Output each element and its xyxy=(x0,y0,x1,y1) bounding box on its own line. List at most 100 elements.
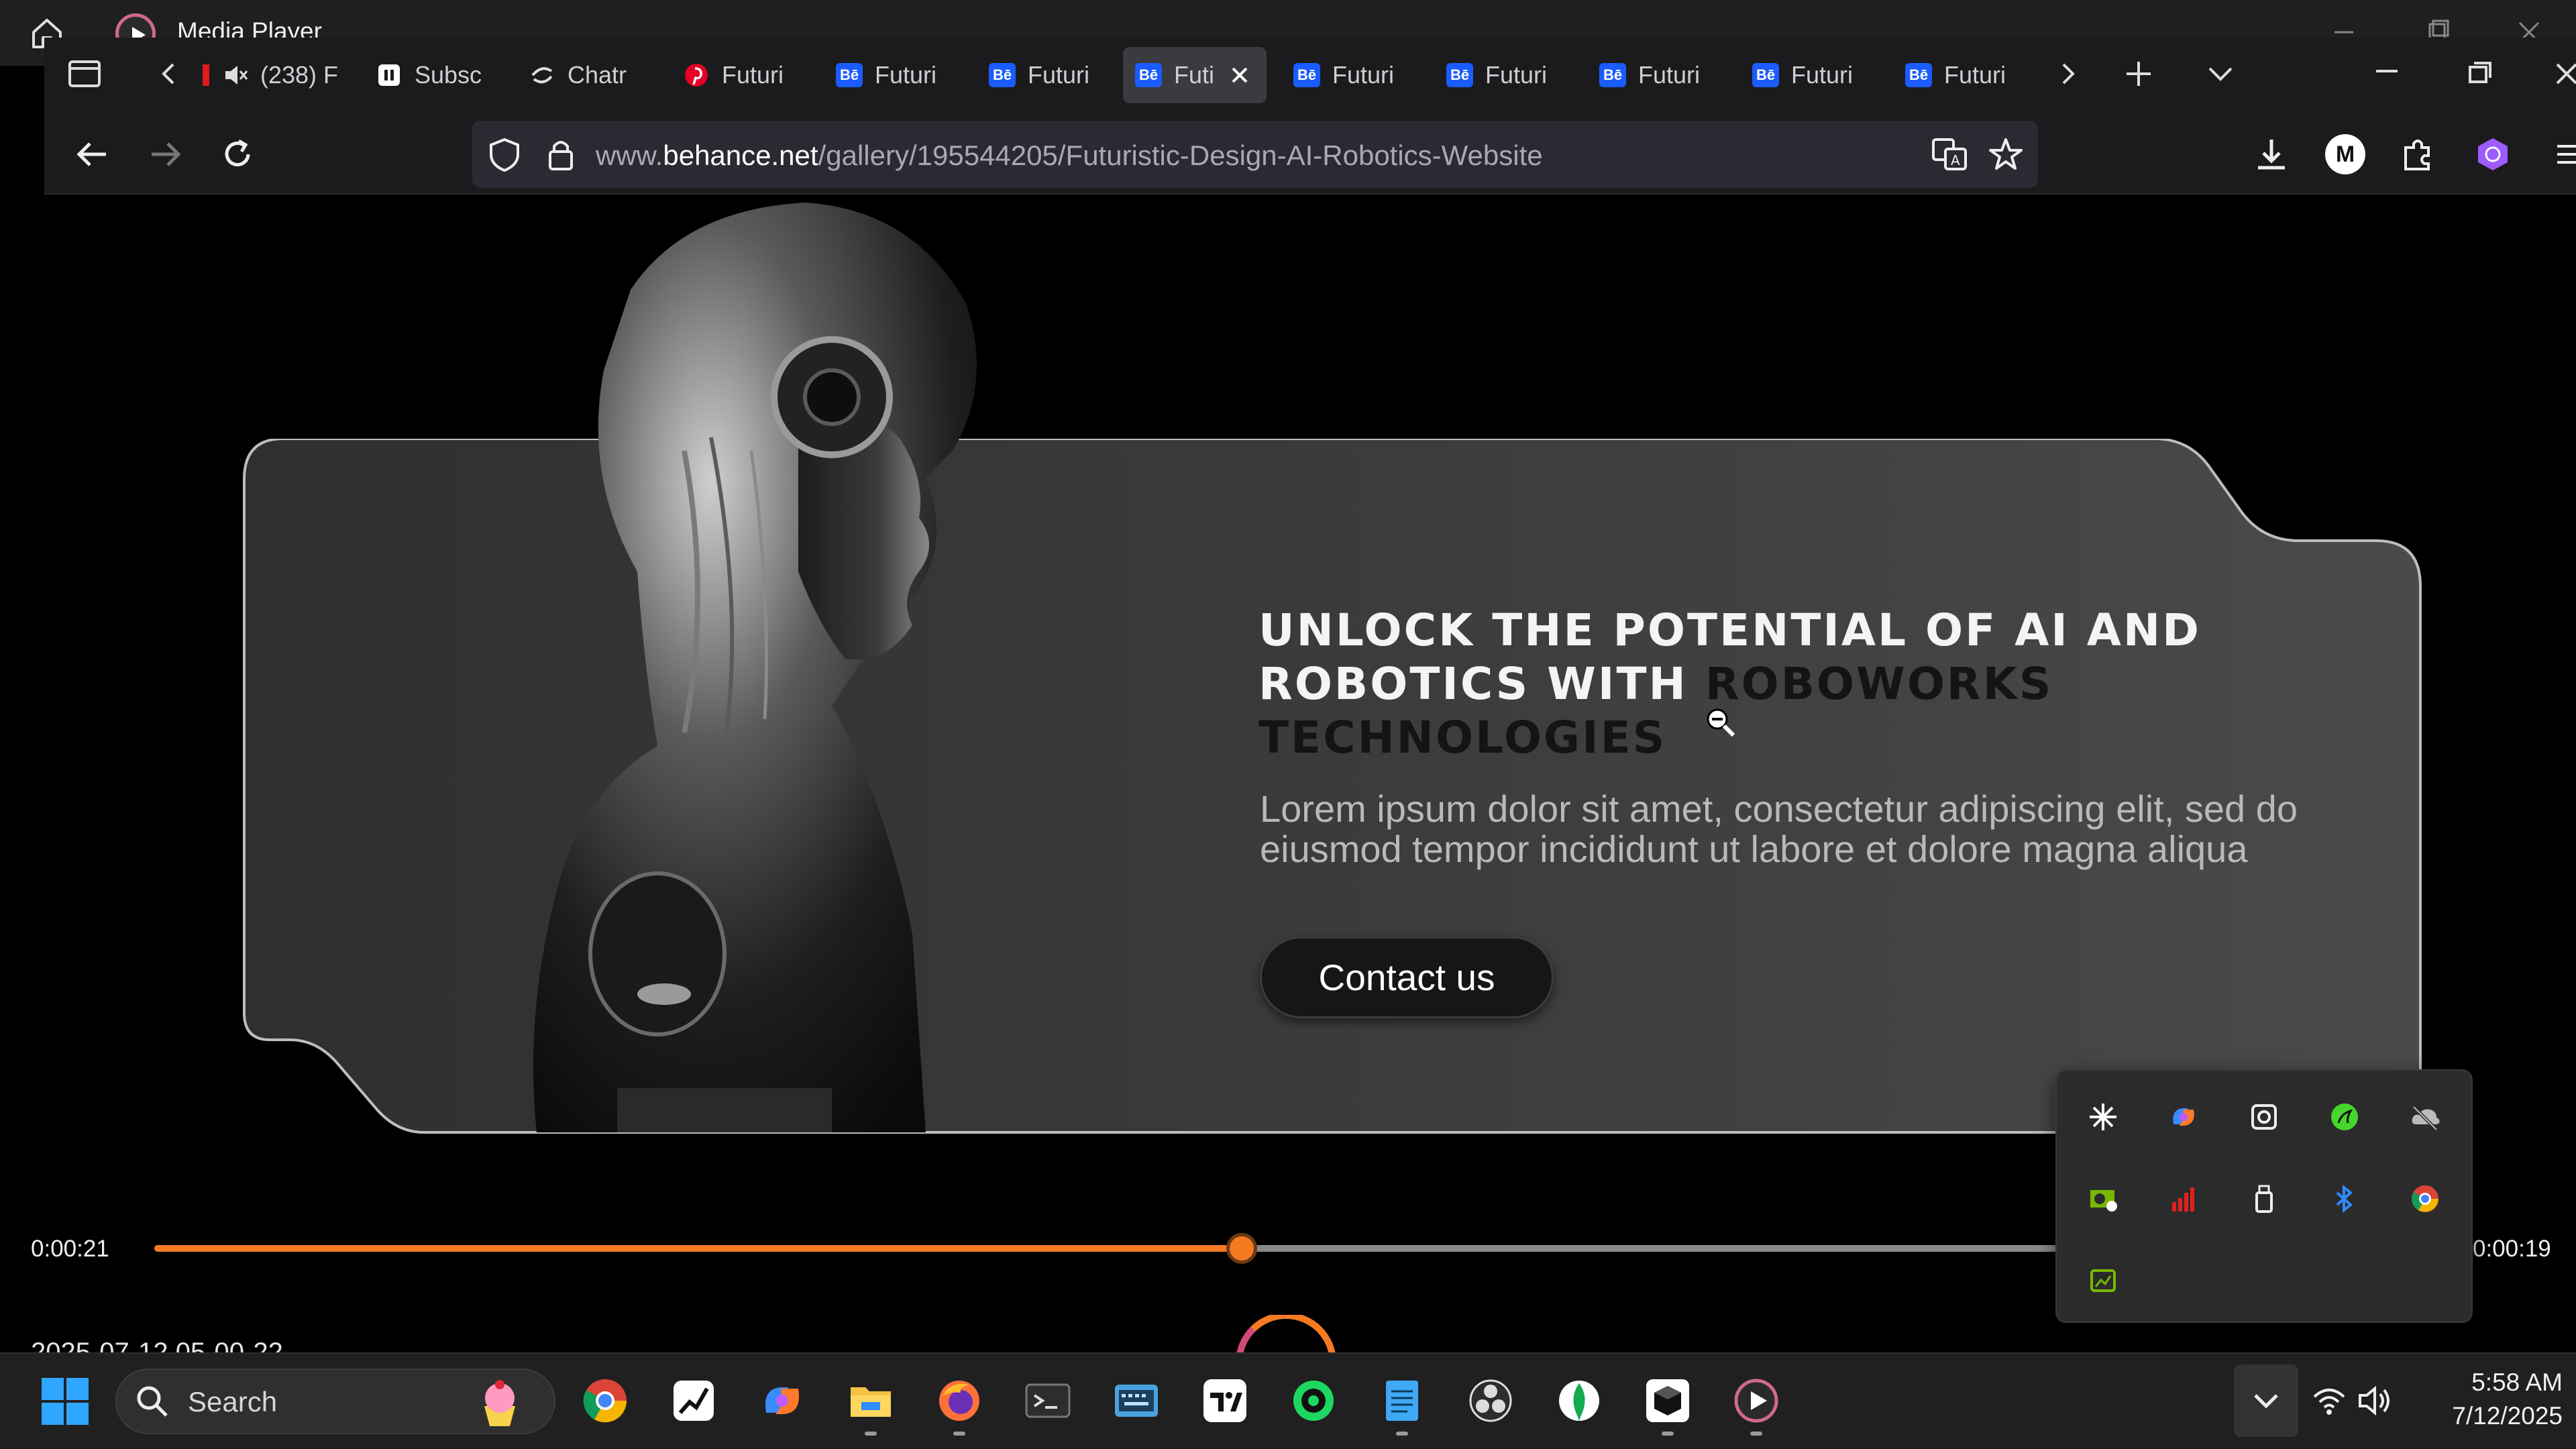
browser-tab[interactable]: Futuri xyxy=(671,47,805,103)
menu-hamburger-icon[interactable] xyxy=(2549,134,2576,174)
url-text[interactable]: www.behance.net/gallery/195544205/Futuri… xyxy=(596,140,1543,172)
hero-heading-brand: ROBOWORKS xyxy=(1705,658,2053,710)
browser-tab[interactable]: Chatr xyxy=(517,47,651,103)
list-all-tabs-icon[interactable] xyxy=(2202,55,2239,93)
pinterest-icon xyxy=(683,62,710,89)
browser-minimize-icon[interactable] xyxy=(2368,55,2406,93)
media-player-taskbar-icon[interactable] xyxy=(1728,1373,1784,1429)
lock-icon[interactable] xyxy=(541,134,581,174)
contact-us-button[interactable]: Contact us xyxy=(1260,936,1554,1018)
translate-icon[interactable]: A xyxy=(1929,134,1970,174)
back-arrow-icon[interactable] xyxy=(72,134,113,174)
browser-tab[interactable]: Bē Futuri xyxy=(824,47,958,103)
hero-heading-technologies: TECHNOLOGIES xyxy=(1258,712,1667,763)
copilot-taskbar-icon[interactable] xyxy=(754,1373,810,1429)
browser-tab[interactable]: Subsc xyxy=(364,47,498,103)
keyboard-app-taskbar-icon[interactable] xyxy=(1108,1373,1165,1429)
browser-close-icon[interactable] xyxy=(2549,55,2576,93)
extensions-icon[interactable] xyxy=(2398,134,2438,174)
behance-icon: Bē xyxy=(1905,63,1932,87)
profile-avatar[interactable]: M xyxy=(2325,134,2365,174)
notepad-taskbar-icon[interactable] xyxy=(1374,1373,1430,1429)
browser-tab[interactable]: Bē Futuri xyxy=(1587,47,1721,103)
chrome-taskbar-icon[interactable] xyxy=(577,1373,633,1429)
tab-label: Futi xyxy=(1174,61,1215,89)
forward-arrow-icon[interactable] xyxy=(145,134,185,174)
scroll-tabs-right-icon[interactable] xyxy=(2051,55,2085,93)
new-tab-icon[interactable] xyxy=(2120,55,2157,93)
browser-tab[interactable]: Bē Futuri xyxy=(1893,47,2027,103)
download-icon[interactable] xyxy=(2251,134,2292,174)
tab-label: Subsc xyxy=(415,61,482,89)
tab-label: Chatr xyxy=(568,61,627,89)
tab-label: Futuri xyxy=(875,61,937,89)
clipped-filename: 2025-07-12 05-00-22 xyxy=(31,1338,283,1352)
signal-bars-icon[interactable] xyxy=(2160,1175,2207,1222)
chrome-icon[interactable] xyxy=(2402,1175,2449,1222)
zoom-out-cursor-icon xyxy=(1705,707,1737,739)
behance-icon: Bē xyxy=(1599,63,1626,87)
terminal-taskbar-icon[interactable] xyxy=(1020,1373,1076,1429)
hero-heading-line2: ROBOTICS WITH xyxy=(1258,658,1705,710)
nvidia-icon[interactable] xyxy=(2080,1175,2127,1222)
url-prefix: www. xyxy=(596,140,663,171)
muted-speaker-icon xyxy=(221,62,248,89)
tradingview-taskbar-icon[interactable] xyxy=(1197,1373,1253,1429)
behance-icon: Bē xyxy=(1135,63,1162,87)
obs-taskbar-icon[interactable] xyxy=(1462,1373,1519,1429)
cupcake-icon xyxy=(471,1375,529,1429)
tab-label: Futuri xyxy=(1944,61,2006,89)
play-pause-button[interactable] xyxy=(1236,1315,1336,1352)
robot-bust-image xyxy=(533,203,977,1132)
svg-text:A: A xyxy=(1951,152,1960,168)
scroll-tabs-left-icon[interactable] xyxy=(154,55,181,93)
taskbar-clock-date[interactable]: 7/12/2025 xyxy=(2408,1402,2563,1430)
sparkle-icon[interactable] xyxy=(2080,1093,2127,1140)
hero-body-text: Lorem ipsum dolor sit amet, consectetur … xyxy=(1260,788,2298,870)
browser-tab-active[interactable]: Bē Futi xyxy=(1123,47,1267,103)
tab-label: Futuri xyxy=(1332,61,1395,89)
cube-app-taskbar-icon[interactable] xyxy=(1640,1373,1696,1429)
stocks-taskbar-icon[interactable] xyxy=(665,1373,722,1429)
firefox-taskbar-icon[interactable] xyxy=(931,1373,987,1429)
browser-tab[interactable]: Bē Futuri xyxy=(1740,47,1874,103)
running-indicator xyxy=(1396,1432,1408,1436)
wifi-icon[interactable] xyxy=(2310,1382,2348,1419)
browser-tab[interactable]: Bē Futuri xyxy=(1434,47,1568,103)
browser-tab[interactable]: Bē Futuri xyxy=(1281,47,1415,103)
running-indicator xyxy=(865,1432,877,1436)
extension-hex-icon[interactable] xyxy=(2473,134,2513,174)
tab-overview-icon[interactable] xyxy=(64,55,105,93)
behance-icon: Bē xyxy=(1446,63,1473,87)
tab-label: Futuri xyxy=(1638,61,1701,89)
show-hidden-icons-button[interactable] xyxy=(2234,1364,2298,1437)
youtube-icon xyxy=(203,64,209,86)
music-app-taskbar-icon[interactable] xyxy=(1285,1373,1342,1429)
cloud-off-icon[interactable] xyxy=(2402,1093,2449,1140)
file-explorer-taskbar-icon[interactable] xyxy=(843,1373,899,1429)
bluetooth-icon[interactable] xyxy=(2321,1175,2368,1222)
browser-tab[interactable]: (238) F xyxy=(191,47,338,103)
close-tab-icon[interactable] xyxy=(1226,62,1253,89)
nvidia-broadcast-icon[interactable] xyxy=(2080,1257,2127,1304)
tab-label: Futuri xyxy=(1791,61,1854,89)
url-path: /gallery/195544205/Futuristic-Design-AI-… xyxy=(818,140,1543,171)
mongodb-taskbar-icon[interactable] xyxy=(1551,1373,1607,1429)
shield-icon[interactable] xyxy=(484,134,525,174)
usb-drive-icon[interactable] xyxy=(2241,1175,2288,1222)
reload-icon[interactable] xyxy=(217,134,258,174)
behance-icon: Bē xyxy=(1752,63,1779,87)
razer-icon[interactable] xyxy=(2321,1093,2368,1140)
windows-start-icon[interactable] xyxy=(39,1375,91,1428)
browser-tab[interactable]: Bē Futuri xyxy=(977,47,1111,103)
volume-icon[interactable] xyxy=(2356,1382,2394,1419)
elapsed-time: 0:00:21 xyxy=(31,1236,109,1262)
url-domain: behance.net xyxy=(663,140,818,171)
seek-thumb[interactable] xyxy=(1226,1233,1258,1264)
tab-label: Futuri xyxy=(1028,61,1090,89)
bookmark-star-icon[interactable] xyxy=(1986,134,2026,174)
taskbar-clock-time[interactable]: 5:58 AM xyxy=(2408,1368,2563,1397)
screen-capture-icon[interactable] xyxy=(2241,1093,2288,1140)
copilot-icon[interactable] xyxy=(2160,1093,2207,1140)
browser-restore-icon[interactable] xyxy=(2461,55,2498,93)
